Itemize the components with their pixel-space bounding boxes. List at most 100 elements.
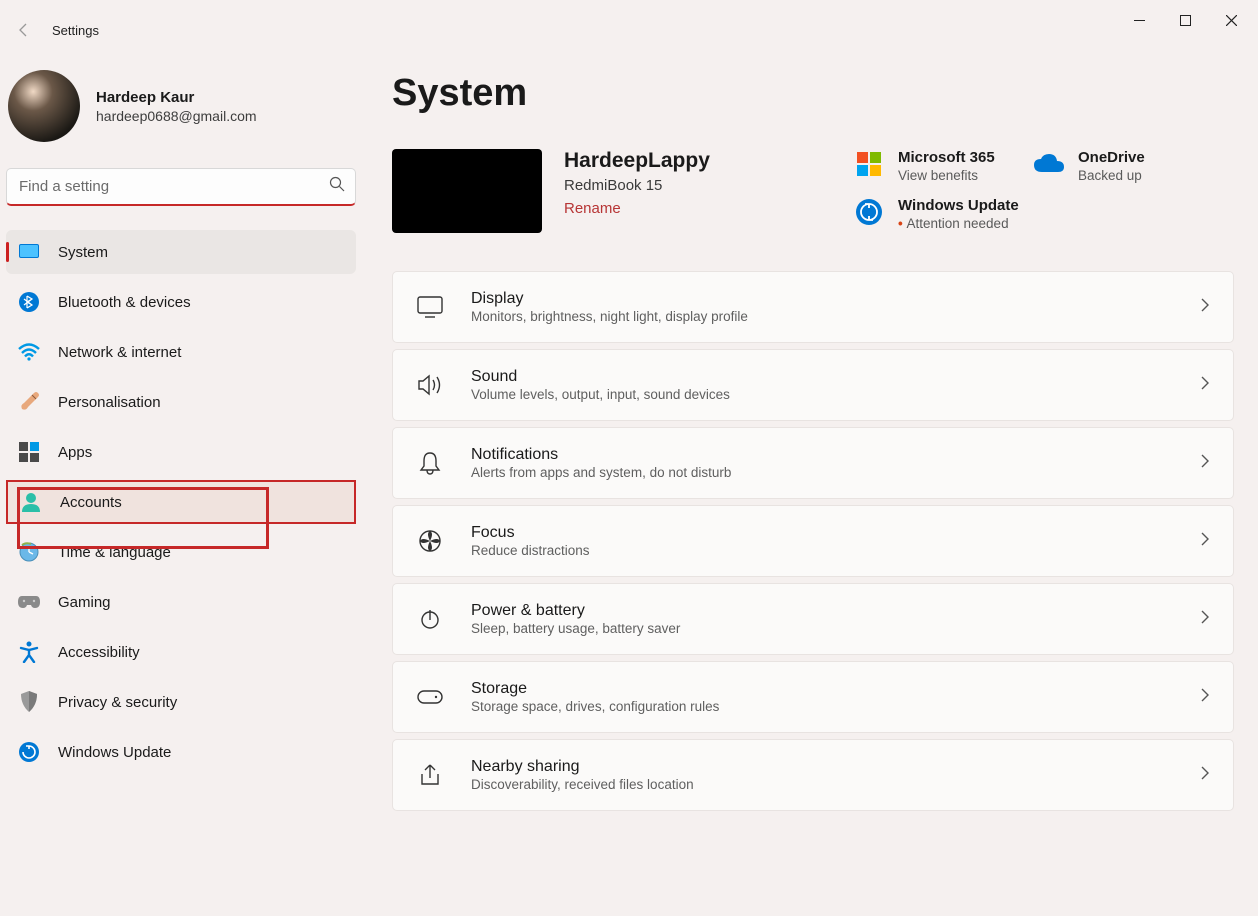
profile-name: Hardeep Kaur [96, 89, 257, 106]
nav-item-bluetooth[interactable]: Bluetooth & devices [6, 280, 356, 324]
status-sub: Backed up [1078, 168, 1145, 183]
chevron-right-icon [1201, 376, 1209, 395]
nav-item-update[interactable]: Windows Update [6, 730, 356, 774]
ms365-icon [854, 149, 884, 179]
bluetooth-icon [18, 291, 40, 313]
minimize-button[interactable] [1116, 4, 1162, 36]
setting-desc: Volume levels, output, input, sound devi… [471, 387, 1201, 402]
sidebar: Hardeep Kaur hardeep0688@gmail.com Syste… [0, 42, 362, 916]
nav-item-gaming[interactable]: Gaming [6, 580, 356, 624]
setting-row-display[interactable]: Display Monitors, brightness, night ligh… [392, 271, 1234, 343]
setting-row-storage[interactable]: Storage Storage space, drives, configura… [392, 661, 1234, 733]
nav-label: Accessibility [58, 644, 140, 661]
setting-row-focus[interactable]: Focus Reduce distractions [392, 505, 1234, 577]
setting-title: Display [471, 290, 1201, 308]
gamepad-icon [18, 591, 40, 613]
setting-title: Storage [471, 680, 1201, 698]
share-icon [417, 762, 443, 788]
update-status-icon [854, 197, 884, 227]
chevron-right-icon [1201, 766, 1209, 785]
chevron-right-icon [1201, 688, 1209, 707]
nav-label: Apps [58, 444, 92, 461]
onedrive-icon [1034, 149, 1064, 179]
search-icon [329, 176, 345, 197]
person-icon [20, 491, 42, 513]
device-block: HardeepLappy RedmiBook 15 Rename [392, 149, 710, 233]
clock-icon [18, 541, 40, 563]
nav-item-accessibility[interactable]: Accessibility [6, 630, 356, 674]
nav-label: Accounts [60, 494, 122, 511]
header: Settings [0, 18, 1258, 42]
status-sub: View benefits [898, 168, 995, 183]
status-sub: Attention needed [898, 216, 1019, 231]
search-input[interactable] [19, 178, 329, 195]
chevron-right-icon [1201, 532, 1209, 551]
status-cards: Microsoft 365 View benefits OneDrive Bac… [854, 149, 1234, 233]
nav-item-system[interactable]: System [6, 230, 356, 274]
app-title: Settings [52, 23, 99, 38]
system-icon [18, 241, 40, 263]
search-box[interactable] [6, 168, 356, 206]
nav-label: Personalisation [58, 394, 161, 411]
profile-email: hardeep0688@gmail.com [96, 108, 257, 124]
update-icon [18, 741, 40, 763]
device-image [392, 149, 542, 233]
setting-title: Nearby sharing [471, 758, 1201, 776]
setting-title: Sound [471, 368, 1201, 386]
setting-title: Power & battery [471, 602, 1201, 620]
nav-item-personalisation[interactable]: Personalisation [6, 380, 356, 424]
device-name: HardeepLappy [564, 149, 710, 173]
setting-desc: Storage space, drives, configuration rul… [471, 699, 1201, 714]
maximize-button[interactable] [1162, 4, 1208, 36]
nav-label: Gaming [58, 594, 111, 611]
rename-link[interactable]: Rename [564, 200, 621, 217]
bell-icon [417, 450, 443, 476]
status-card-ms365[interactable]: Microsoft 365 View benefits [854, 149, 1014, 185]
nav-label: Network & internet [58, 344, 181, 361]
focus-icon [417, 528, 443, 554]
setting-desc: Reduce distractions [471, 543, 1201, 558]
setting-row-power[interactable]: Power & battery Sleep, battery usage, ba… [392, 583, 1234, 655]
profile-block[interactable]: Hardeep Kaur hardeep0688@gmail.com [6, 62, 356, 150]
nav-item-network[interactable]: Network & internet [6, 330, 356, 374]
setting-title: Notifications [471, 446, 1201, 464]
avatar [8, 70, 80, 142]
setting-title: Focus [471, 524, 1201, 542]
nav-label: Privacy & security [58, 694, 177, 711]
status-title: Windows Update [898, 197, 1019, 214]
nav-item-accounts[interactable]: Accounts [6, 480, 356, 524]
device-model: RedmiBook 15 [564, 177, 710, 194]
status-title: Microsoft 365 [898, 149, 995, 166]
accessibility-icon [18, 641, 40, 663]
display-icon [417, 294, 443, 320]
nav-label: Windows Update [58, 744, 171, 761]
nav-item-apps[interactable]: Apps [6, 430, 356, 474]
close-button[interactable] [1208, 4, 1254, 36]
setting-row-sound[interactable]: Sound Volume levels, output, input, soun… [392, 349, 1234, 421]
settings-list: Display Monitors, brightness, night ligh… [392, 271, 1234, 811]
setting-desc: Discoverability, received files location [471, 777, 1201, 792]
status-card-onedrive[interactable]: OneDrive Backed up [1034, 149, 1194, 185]
setting-row-nearby[interactable]: Nearby sharing Discoverability, received… [392, 739, 1234, 811]
chevron-right-icon [1201, 610, 1209, 629]
nav-label: System [58, 244, 108, 261]
storage-icon [417, 684, 443, 710]
chevron-right-icon [1201, 298, 1209, 317]
setting-row-notifications[interactable]: Notifications Alerts from apps and syste… [392, 427, 1234, 499]
nav-item-time[interactable]: Time & language [6, 530, 356, 574]
nav-label: Time & language [58, 544, 171, 561]
setting-desc: Monitors, brightness, night light, displ… [471, 309, 1201, 324]
status-title: OneDrive [1078, 149, 1145, 166]
nav-label: Bluetooth & devices [58, 294, 191, 311]
brush-icon [18, 391, 40, 413]
setting-desc: Sleep, battery usage, battery saver [471, 621, 1201, 636]
main-content: System HardeepLappy RedmiBook 15 Rename … [362, 42, 1258, 916]
wifi-icon [18, 341, 40, 363]
power-icon [417, 606, 443, 632]
apps-icon [18, 441, 40, 463]
nav-item-privacy[interactable]: Privacy & security [6, 680, 356, 724]
sound-icon [417, 372, 443, 398]
status-card-winupdate[interactable]: Windows Update Attention needed [854, 197, 1019, 233]
nav-list: System Bluetooth & devices Network & int… [6, 230, 356, 774]
back-button[interactable] [10, 16, 38, 44]
